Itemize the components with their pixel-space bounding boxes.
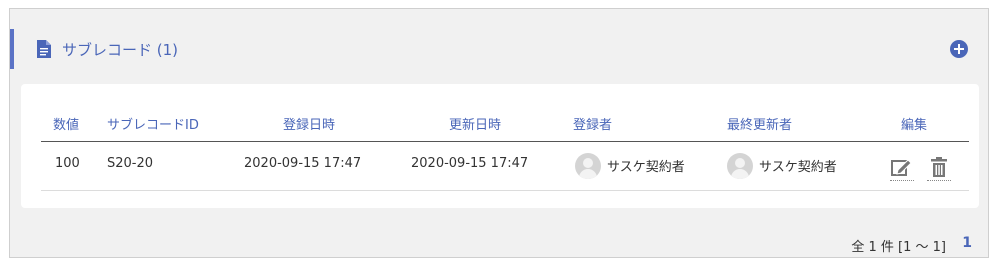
- pagination-page-1[interactable]: 1: [962, 235, 972, 251]
- trash-icon: [931, 157, 947, 177]
- section-title: サブレコード (1): [62, 41, 179, 59]
- section-header: サブレコード (1): [10, 29, 988, 69]
- cell-subrecord-id: S20-20: [107, 156, 154, 171]
- edit-button[interactable]: [890, 156, 914, 181]
- cell-updated-at: 2020-09-15 17:47: [411, 156, 529, 171]
- delete-button[interactable]: [927, 156, 951, 181]
- header-number[interactable]: 数値: [53, 114, 79, 133]
- pagination-summary: 全 1 件 [1 ～ 1]: [851, 240, 946, 255]
- subrecord-table: 数値 サブレコードID 登録日時 更新日時 登録者 最終更新者 編集 100 S…: [21, 84, 979, 208]
- header-divider: [41, 141, 969, 142]
- cell-last-updated-by: サスケ契約者: [759, 160, 837, 175]
- cell-registered-by: サスケ契約者: [607, 160, 685, 175]
- header-last-updated-by[interactable]: 最終更新者: [727, 114, 792, 133]
- cell-number: 100: [55, 156, 80, 171]
- user-avatar-icon: [575, 153, 601, 179]
- edit-icon: [891, 159, 912, 176]
- cell-registered-at: 2020-09-15 17:47: [244, 156, 362, 171]
- add-subrecord-button[interactable]: [950, 40, 968, 58]
- section-accent-bar: [10, 29, 14, 69]
- row-divider: [41, 190, 969, 191]
- header-registered-at[interactable]: 登録日時: [283, 114, 335, 133]
- header-registered-by[interactable]: 登録者: [573, 114, 612, 133]
- header-subrecord-id[interactable]: サブレコードID: [107, 114, 199, 133]
- document-icon: [37, 40, 51, 58]
- user-avatar-icon: [727, 153, 753, 179]
- header-updated-at[interactable]: 更新日時: [449, 114, 501, 133]
- subrecord-panel: サブレコード (1) 数値 サブレコードID 登録日時 更新日時 登録者 最終更…: [9, 8, 989, 258]
- header-edit: 編集: [901, 118, 928, 133]
